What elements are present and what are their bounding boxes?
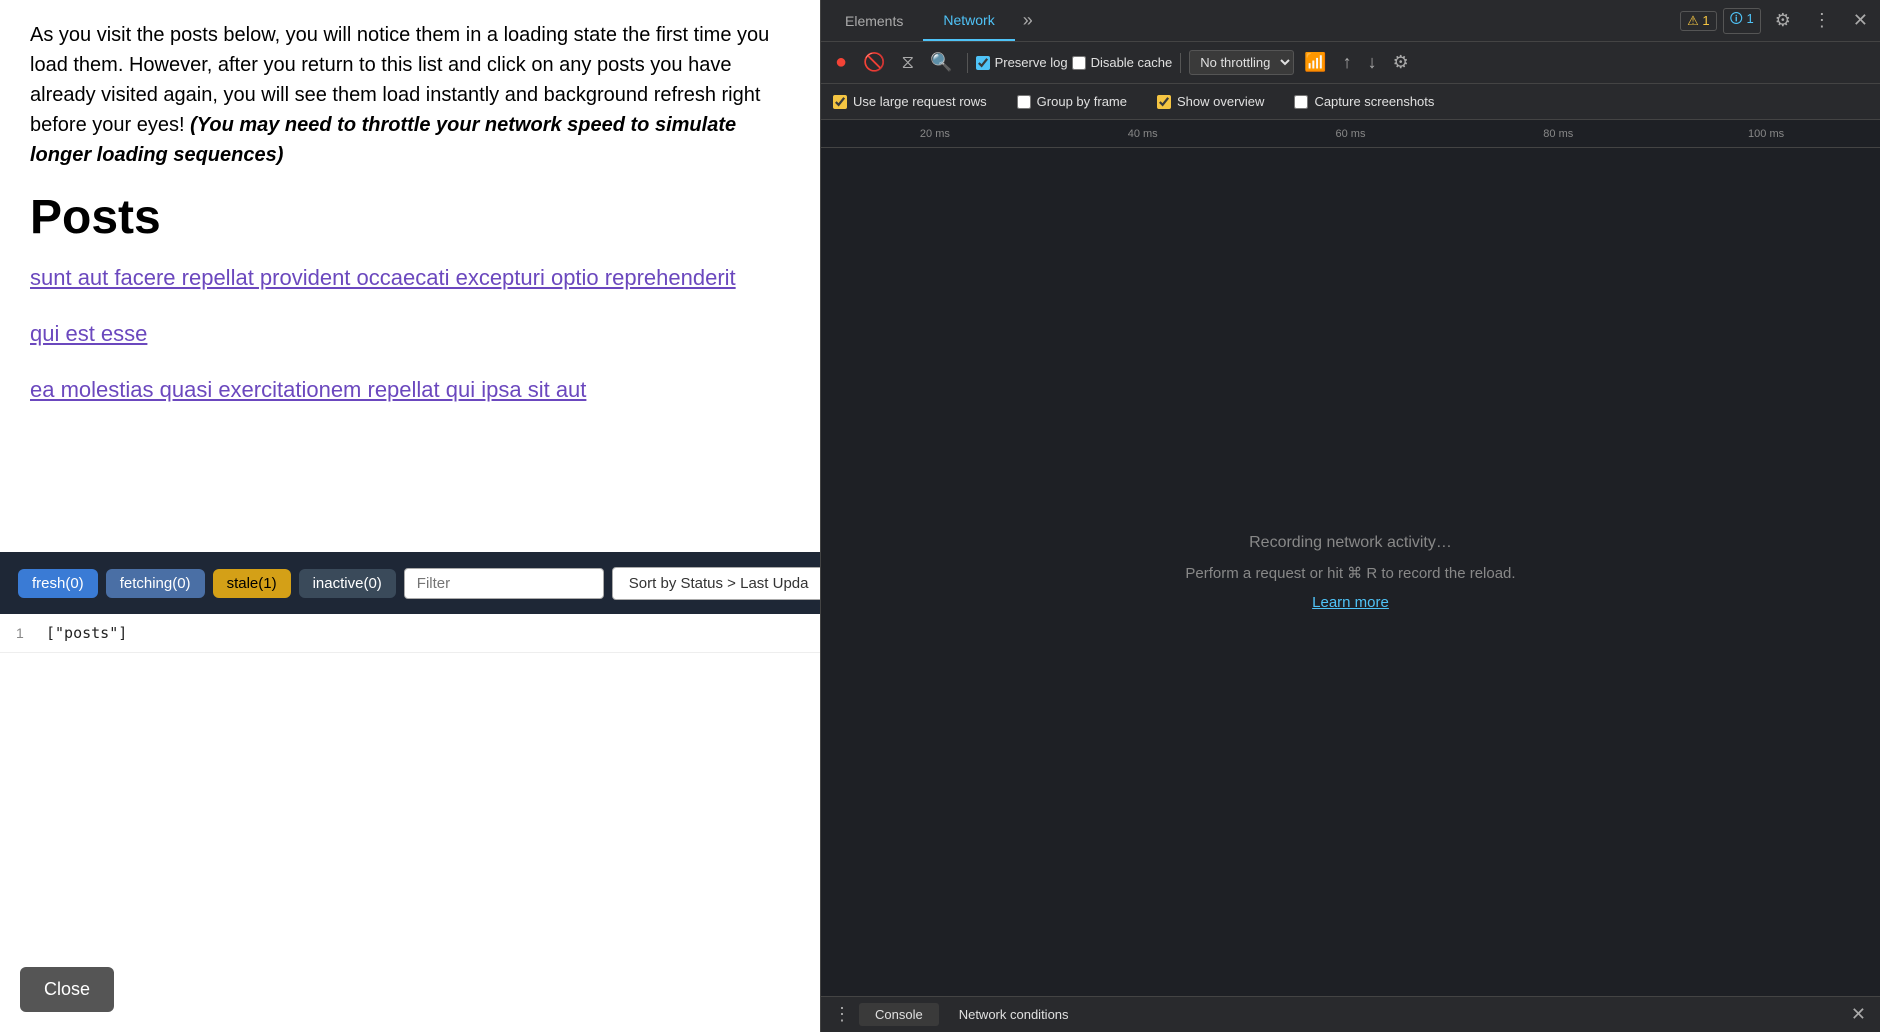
use-large-rows-checkbox[interactable] bbox=[833, 95, 847, 109]
clear-button[interactable]: 🚫 bbox=[857, 48, 891, 77]
learn-more-link[interactable]: Learn more bbox=[1312, 594, 1389, 611]
download-icon-button[interactable]: ↓ bbox=[1362, 48, 1383, 77]
capture-screenshots-checkbox[interactable] bbox=[1294, 95, 1308, 109]
tag-inactive-button[interactable]: inactive(0) bbox=[299, 569, 396, 598]
show-overview-checkbox[interactable] bbox=[1157, 95, 1171, 109]
intro-paragraph: As you visit the posts below, you will n… bbox=[30, 20, 790, 170]
network-main-area: Recording network activity… Perform a re… bbox=[821, 148, 1880, 996]
wifi-icon-button[interactable]: 📶 bbox=[1298, 48, 1332, 77]
timeline-bar: 20 ms 40 ms 60 ms 80 ms 100 ms bbox=[821, 120, 1880, 148]
more-options-icon[interactable]: ⋮ bbox=[1805, 10, 1839, 31]
bottom-dots-icon[interactable]: ⋮ bbox=[829, 1004, 855, 1025]
post-link-3[interactable]: ea molestias quasi exercitationem repell… bbox=[30, 377, 790, 403]
devtools-close-icon[interactable]: ✕ bbox=[1845, 10, 1876, 31]
tab-network[interactable]: Network bbox=[923, 0, 1014, 41]
disable-cache-checkbox[interactable] bbox=[1072, 56, 1086, 70]
timeline-20ms: 20 ms bbox=[831, 128, 1039, 140]
use-large-rows-label[interactable]: Use large request rows bbox=[833, 94, 987, 109]
recording-subtext: Perform a request or hit ⌘ R to record t… bbox=[1185, 564, 1515, 582]
tanstack-content: 1 ["posts"] bbox=[0, 614, 820, 1032]
preserve-log-label[interactable]: Preserve log bbox=[976, 55, 1068, 70]
network-options: Use large request rows Group by frame Sh… bbox=[821, 84, 1880, 120]
preserve-log-checkbox[interactable] bbox=[976, 56, 990, 70]
devtools-panel: Elements Network » ⚠ 1 🛈 1 ⚙ ⋮ ✕ ● 🚫 ⧖ 🔍… bbox=[820, 0, 1880, 1032]
use-large-rows-text: Use large request rows bbox=[853, 94, 987, 109]
disable-cache-label[interactable]: Disable cache bbox=[1072, 55, 1173, 70]
capture-screenshots-label[interactable]: Capture screenshots bbox=[1294, 94, 1434, 109]
tag-fetching-button[interactable]: fetching(0) bbox=[106, 569, 205, 598]
info-badge[interactable]: 🛈 1 bbox=[1723, 8, 1761, 34]
row-number: 1 bbox=[16, 625, 36, 641]
posts-heading: Posts bbox=[30, 190, 790, 245]
record-button[interactable]: ● bbox=[829, 47, 853, 78]
recording-text: Recording network activity… bbox=[1249, 534, 1452, 552]
close-button[interactable]: Close bbox=[20, 967, 114, 1012]
settings-icon-button[interactable]: ⚙ bbox=[1387, 48, 1415, 77]
timeline-60ms: 60 ms bbox=[1247, 128, 1455, 140]
group-by-frame-text: Group by frame bbox=[1037, 94, 1127, 109]
post-link-2[interactable]: qui est esse bbox=[30, 321, 790, 347]
tab-elements[interactable]: Elements bbox=[825, 0, 923, 41]
devtools-header: Elements Network » ⚠ 1 🛈 1 ⚙ ⋮ ✕ bbox=[821, 0, 1880, 42]
show-overview-label[interactable]: Show overview bbox=[1157, 94, 1264, 109]
upload-icon-button[interactable]: ↑ bbox=[1337, 48, 1358, 77]
disable-cache-text: Disable cache bbox=[1091, 55, 1173, 70]
divider-2 bbox=[1180, 53, 1181, 73]
post-link-1[interactable]: sunt aut facere repellat provident occae… bbox=[30, 265, 790, 291]
devtools-bottom-bar: ⋮ Console Network conditions ✕ bbox=[821, 996, 1880, 1032]
throttle-select[interactable]: No throttling bbox=[1189, 50, 1294, 75]
filter-input[interactable] bbox=[404, 568, 604, 599]
group-by-frame-checkbox[interactable] bbox=[1017, 95, 1031, 109]
tag-stale-button[interactable]: stale(1) bbox=[213, 569, 291, 598]
search-icon-button[interactable]: 🔍 bbox=[924, 48, 958, 77]
capture-screenshots-text: Capture screenshots bbox=[1314, 94, 1434, 109]
more-tabs-icon[interactable]: » bbox=[1015, 10, 1041, 31]
bottom-close-icon[interactable]: ✕ bbox=[1845, 1004, 1872, 1025]
group-by-frame-label[interactable]: Group by frame bbox=[1017, 94, 1127, 109]
tanstack-toolbar: fresh(0) fetching(0) stale(1) inactive(0… bbox=[0, 552, 820, 614]
show-overview-text: Show overview bbox=[1177, 94, 1264, 109]
query-key: ["posts"] bbox=[46, 624, 127, 642]
timeline-80ms: 80 ms bbox=[1454, 128, 1662, 140]
preserve-log-text: Preserve log bbox=[995, 55, 1068, 70]
warning-badge[interactable]: ⚠ 1 bbox=[1680, 11, 1717, 31]
timeline-100ms: 100 ms bbox=[1662, 128, 1870, 140]
posts-links-container: sunt aut facere repellat provident occae… bbox=[30, 265, 790, 403]
tab-network-conditions[interactable]: Network conditions bbox=[943, 1003, 1085, 1026]
settings-icon[interactable]: ⚙ bbox=[1767, 10, 1799, 31]
timeline-labels: 20 ms 40 ms 60 ms 80 ms 100 ms bbox=[821, 128, 1880, 140]
network-toolbar: ● 🚫 ⧖ 🔍 Preserve log Disable cache No th… bbox=[821, 42, 1880, 84]
tab-console[interactable]: Console bbox=[859, 1003, 939, 1026]
query-row[interactable]: 1 ["posts"] bbox=[0, 614, 820, 653]
divider-1 bbox=[967, 53, 968, 73]
tag-fresh-button[interactable]: fresh(0) bbox=[18, 569, 98, 598]
filter-icon-button[interactable]: ⧖ bbox=[896, 48, 921, 77]
sort-select[interactable]: Sort by Status > Last Upda bbox=[612, 567, 820, 600]
badges: ⚠ 1 🛈 1 ⚙ ⋮ ✕ bbox=[1680, 8, 1876, 34]
timeline-40ms: 40 ms bbox=[1039, 128, 1247, 140]
perform-text: Perform a request or hit ⌘ R to record t… bbox=[1185, 565, 1515, 582]
